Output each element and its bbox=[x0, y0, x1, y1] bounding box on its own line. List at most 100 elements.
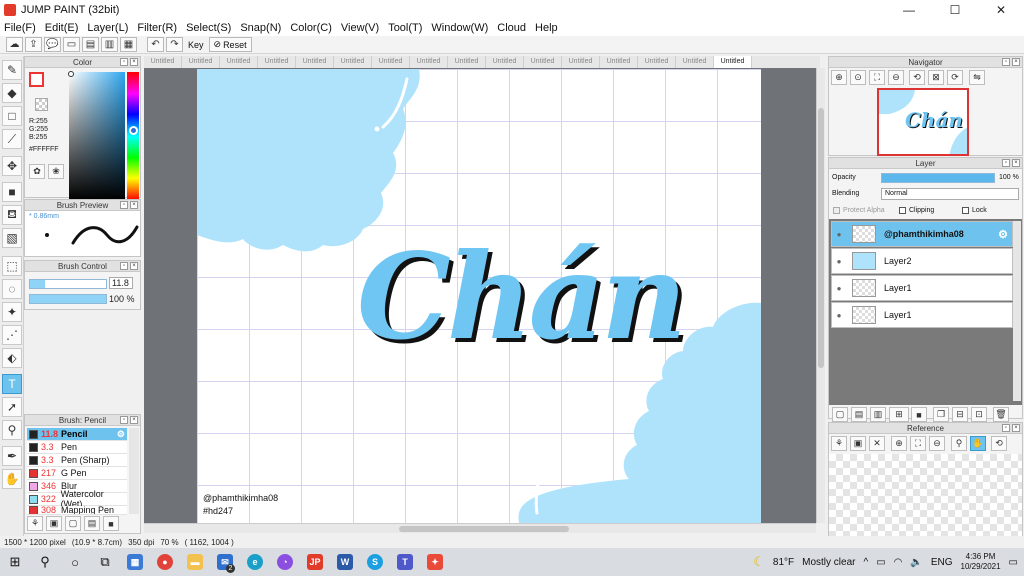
zoom-actual-icon[interactable]: ⊙ bbox=[850, 70, 866, 85]
reference-open-icon[interactable]: ▣ bbox=[850, 436, 866, 451]
brush-add-icon[interactable]: ⚘ bbox=[27, 516, 43, 531]
tab-untitled[interactable]: Untitled bbox=[448, 56, 486, 68]
panel-close-icon[interactable]: × bbox=[130, 201, 138, 209]
panel-restore-icon[interactable]: ▫ bbox=[120, 416, 128, 424]
reference-rotate-icon[interactable]: ⟲ bbox=[991, 436, 1007, 451]
panel-restore-icon[interactable]: ▫ bbox=[120, 58, 128, 66]
clipping-checkbox[interactable]: Clipping bbox=[899, 207, 934, 214]
duplicate-layer-icon[interactable]: ❐ bbox=[933, 407, 949, 422]
weather-text[interactable]: Mostly clear bbox=[802, 557, 855, 568]
text-tool-icon[interactable]: T bbox=[2, 374, 22, 394]
zoom-in-icon[interactable]: ⊕ bbox=[831, 70, 847, 85]
layer-visibility-icon[interactable]: ● bbox=[832, 311, 846, 320]
brush-settings-icon[interactable]: ⚙ bbox=[117, 429, 125, 440]
tab-untitled[interactable]: Untitled bbox=[638, 56, 676, 68]
layer-settings-icon[interactable]: ⚙ bbox=[998, 228, 1008, 241]
panel-close-icon[interactable]: × bbox=[1012, 159, 1020, 167]
color-palette-icon[interactable]: ✿ bbox=[29, 164, 45, 179]
drawing-canvas[interactable]: Chán @phamthikimha08 #hd247 bbox=[197, 69, 761, 523]
gradient-tool-icon[interactable]: ▧ bbox=[2, 228, 22, 248]
reference-hand-icon[interactable]: ✋ bbox=[970, 436, 986, 451]
flip-icon[interactable]: ⇋ bbox=[969, 70, 985, 85]
reset-button[interactable]: ⊘ Reset bbox=[208, 37, 252, 52]
clock[interactable]: 4:36 PM 10/29/2021 bbox=[961, 552, 1001, 572]
hue-slider[interactable] bbox=[127, 72, 139, 200]
grid-icon[interactable]: ▦ bbox=[120, 37, 137, 52]
redo-icon[interactable]: ↷ bbox=[166, 37, 183, 52]
battery-icon[interactable]: ▭ bbox=[876, 557, 885, 568]
tab-untitled[interactable]: Untitled bbox=[372, 56, 410, 68]
new-layer-8bit-icon[interactable]: ▤ bbox=[851, 407, 867, 422]
skype-icon[interactable]: S bbox=[360, 548, 390, 576]
menu-color[interactable]: Color(C) bbox=[290, 22, 332, 34]
menu-window[interactable]: Window(W) bbox=[431, 22, 488, 34]
layer-visibility-icon[interactable]: ● bbox=[832, 257, 846, 266]
tab-untitled[interactable]: Untitled bbox=[144, 56, 182, 68]
panel-restore-icon[interactable]: ▫ bbox=[1002, 58, 1010, 66]
hand-tool-icon[interactable]: ✋ bbox=[2, 469, 22, 489]
weather-temp[interactable]: 81°F bbox=[773, 557, 794, 568]
select-pen-tool-icon[interactable]: ⋰ bbox=[2, 325, 22, 345]
menu-help[interactable]: Help bbox=[535, 22, 558, 34]
menu-select[interactable]: Select(S) bbox=[186, 22, 231, 34]
brush-new-icon[interactable]: ▢ bbox=[65, 516, 81, 531]
layer-visibility-icon[interactable]: ● bbox=[832, 230, 846, 239]
menu-file[interactable]: File(F) bbox=[4, 22, 36, 34]
pen-tool-icon[interactable]: ✒ bbox=[2, 446, 22, 466]
menu-filter[interactable]: Filter(R) bbox=[137, 22, 177, 34]
panel-close-icon[interactable]: × bbox=[130, 416, 138, 424]
dropper-tool-icon[interactable]: ⚲ bbox=[2, 420, 22, 440]
tab-untitled[interactable]: Untitled bbox=[182, 56, 220, 68]
layer-row[interactable]: ● Layer2 bbox=[831, 248, 1013, 274]
layer-opacity-slider[interactable] bbox=[881, 173, 995, 183]
navigator-thumbnail[interactable]: Chán bbox=[877, 88, 969, 156]
tab-untitled[interactable]: Untitled bbox=[562, 56, 600, 68]
explorer-icon[interactable]: ▬ bbox=[180, 548, 210, 576]
delete-layer-icon[interactable]: 🗑 bbox=[993, 407, 1009, 422]
vertical-scrollbar[interactable] bbox=[816, 68, 825, 523]
reference-add-icon[interactable]: ⚘ bbox=[831, 436, 847, 451]
notification-icon[interactable]: ▭ bbox=[1009, 557, 1018, 568]
layer-settings-menu-icon[interactable]: ⊡ bbox=[971, 407, 987, 422]
saturation-knob[interactable] bbox=[68, 71, 74, 77]
brush-item-pen[interactable]: 3.3 Pen bbox=[27, 441, 127, 454]
panel-close-icon[interactable]: × bbox=[1012, 58, 1020, 66]
chrome-icon[interactable]: ● bbox=[150, 548, 180, 576]
brush-item-mapping-pen[interactable]: 308 Mapping Pen bbox=[27, 506, 127, 515]
blending-select[interactable]: Normal bbox=[881, 188, 1019, 200]
hue-knob[interactable] bbox=[129, 126, 138, 135]
rotate-reset-icon[interactable]: ⊠ bbox=[928, 70, 944, 85]
wifi-icon[interactable]: ◠ bbox=[894, 557, 903, 568]
tab-untitled[interactable]: Untitled bbox=[334, 56, 372, 68]
reference-zoom-in-icon[interactable]: ⊕ bbox=[891, 436, 907, 451]
fit-window-icon[interactable]: ⛶ bbox=[869, 70, 885, 85]
horizontal-scroll-thumb[interactable] bbox=[399, 526, 569, 532]
saturation-picker[interactable] bbox=[69, 72, 125, 200]
horizontal-scrollbar[interactable] bbox=[144, 523, 816, 533]
menu-edit[interactable]: Edit(E) bbox=[45, 22, 79, 34]
store-icon[interactable]: ▦ bbox=[120, 548, 150, 576]
language-indicator[interactable]: ENG bbox=[931, 557, 953, 568]
new-layer-icon[interactable]: ▢ bbox=[832, 407, 848, 422]
chat-icon[interactable]: ▭ bbox=[63, 37, 80, 52]
tab-untitled[interactable]: Untitled bbox=[524, 56, 562, 68]
merge-layer-icon[interactable]: ⊟ bbox=[952, 407, 968, 422]
brush-list-scrollbar[interactable] bbox=[129, 428, 139, 514]
panel-close-icon[interactable]: × bbox=[1012, 424, 1020, 432]
reference-dropper-icon[interactable]: ⚲ bbox=[951, 436, 967, 451]
move-tool-icon[interactable]: ✥ bbox=[2, 156, 22, 176]
task-view-icon[interactable]: ⧉ bbox=[90, 548, 120, 576]
upload-icon[interactable]: ⇪ bbox=[25, 37, 42, 52]
comment-icon[interactable]: 💬 bbox=[44, 37, 61, 52]
brush-item-pen-sharp[interactable]: 3.3 Pen (Sharp) bbox=[27, 454, 127, 467]
app-icon[interactable]: ✦ bbox=[420, 548, 450, 576]
reference-close-icon[interactable]: ✕ bbox=[869, 436, 885, 451]
undo-icon[interactable]: ↶ bbox=[147, 37, 164, 52]
brush-item-g-pen[interactable]: 217 G Pen bbox=[27, 467, 127, 480]
menu-cloud[interactable]: Cloud bbox=[497, 22, 526, 34]
panel-restore-icon[interactable]: ▫ bbox=[1002, 424, 1010, 432]
edge-icon[interactable]: e bbox=[240, 548, 270, 576]
tab-untitled-active[interactable]: Untitled bbox=[714, 56, 752, 68]
layer-row[interactable]: ● @phamthikimha08 ⚙ bbox=[831, 221, 1013, 247]
tab-untitled[interactable]: Untitled bbox=[410, 56, 448, 68]
